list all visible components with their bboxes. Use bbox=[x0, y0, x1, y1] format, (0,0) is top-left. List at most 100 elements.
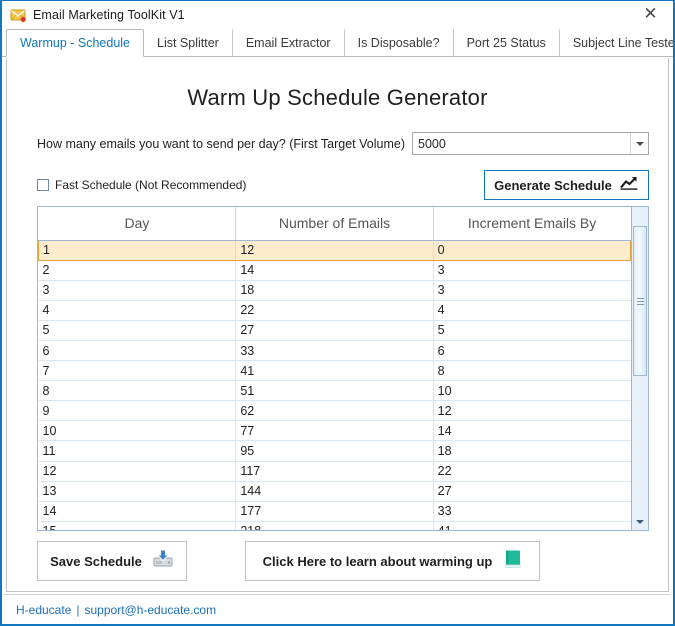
table-cell[interactable]: 117 bbox=[235, 461, 434, 482]
learn-about-warming-up-label: Click Here to learn about warming up bbox=[262, 553, 493, 569]
column-header-number-of-emails[interactable]: Number of Emails bbox=[235, 207, 434, 241]
table-cell[interactable]: 14 bbox=[433, 420, 631, 442]
table-cell[interactable]: 10 bbox=[433, 380, 631, 402]
fast-schedule-checkbox[interactable] bbox=[37, 179, 49, 191]
generate-schedule-label: Generate Schedule bbox=[494, 177, 612, 193]
target-volume-combobox[interactable]: 5000 bbox=[412, 132, 649, 155]
scrollbar-thumb[interactable] bbox=[633, 226, 647, 376]
column-header-day[interactable]: Day bbox=[38, 207, 237, 241]
app-window: Email Marketing ToolKit V1 ✕ Warmup - Sc… bbox=[0, 0, 675, 626]
close-icon[interactable]: ✕ bbox=[628, 1, 673, 28]
table-cell[interactable]: 4 bbox=[433, 300, 631, 321]
table-cell[interactable]: 10 bbox=[38, 420, 237, 442]
table-cell[interactable]: 8 bbox=[38, 380, 237, 402]
table-cell[interactable]: 13 bbox=[38, 481, 237, 502]
table-row[interactable]: 14 177 33 bbox=[38, 501, 631, 522]
table-row[interactable]: 6 33 6 bbox=[38, 340, 631, 362]
table-cell[interactable]: 12 bbox=[38, 461, 237, 482]
learn-about-warming-up-button[interactable]: Click Here to learn about warming up bbox=[245, 541, 540, 581]
brand-link[interactable]: H-educate bbox=[16, 603, 71, 617]
table-cell[interactable]: 12 bbox=[235, 239, 434, 261]
table-row[interactable]: 12 117 22 bbox=[38, 461, 631, 482]
fast-schedule-label: Fast Schedule (Not Recommended) bbox=[55, 178, 247, 192]
window-title: Email Marketing ToolKit V1 bbox=[33, 8, 185, 22]
status-bar: H-educate | support@h-educate.com bbox=[4, 594, 671, 624]
table-body: 1 12 0 2 14 3 3 18 3 4 22 4 5 27 5 6 33 6 7 41 8 8 51 10 9 62 12 10… bbox=[38, 239, 631, 530]
table-cell[interactable]: 27 bbox=[433, 481, 631, 502]
tab-email-extractor[interactable]: Email Extractor bbox=[232, 29, 345, 56]
table-cell[interactable]: 0 bbox=[433, 239, 631, 261]
target-volume-input[interactable]: 5000 bbox=[413, 137, 630, 151]
table-row[interactable]: 5 27 5 bbox=[38, 320, 631, 341]
table-header-row: Day Number of Emails Increment Emails By bbox=[38, 207, 631, 241]
table-cell[interactable]: 5 bbox=[433, 320, 631, 341]
table-cell[interactable]: 51 bbox=[235, 380, 434, 402]
table-cell[interactable]: 15 bbox=[38, 521, 237, 530]
column-header-increment-emails-by[interactable]: Increment Emails By bbox=[433, 207, 631, 241]
table-cell[interactable]: 3 bbox=[433, 260, 631, 281]
table-cell[interactable]: 6 bbox=[38, 340, 237, 362]
table-cell[interactable]: 1 bbox=[38, 239, 237, 261]
table-cell[interactable]: 4 bbox=[38, 300, 237, 321]
table-cell[interactable]: 2 bbox=[38, 260, 237, 281]
generate-schedule-button[interactable]: Generate Schedule bbox=[484, 170, 649, 200]
table-cell[interactable]: 33 bbox=[235, 340, 434, 362]
table-cell[interactable]: 12 bbox=[433, 400, 631, 422]
table-row[interactable]: 11 95 18 bbox=[38, 440, 631, 462]
table-cell[interactable]: 3 bbox=[38, 280, 237, 301]
table-row[interactable]: 8 51 10 bbox=[38, 380, 631, 402]
tab-subject-line-tester[interactable]: Subject Line Tester bbox=[559, 29, 673, 56]
table-cell[interactable]: 7 bbox=[38, 360, 237, 382]
table-cell[interactable]: 8 bbox=[433, 360, 631, 382]
table-cell[interactable]: 9 bbox=[38, 400, 237, 422]
envelope-icon bbox=[10, 7, 27, 24]
schedule-grid-body: Day Number of Emails Increment Emails By… bbox=[38, 207, 631, 530]
table-cell[interactable]: 27 bbox=[235, 320, 434, 341]
table-cell[interactable]: 41 bbox=[235, 360, 434, 382]
table-cell[interactable]: 5 bbox=[38, 320, 237, 341]
scroll-up-icon[interactable] bbox=[632, 207, 648, 224]
tab-warmup-schedule[interactable]: Warmup - Schedule bbox=[6, 29, 144, 57]
table-cell[interactable]: 177 bbox=[235, 501, 434, 522]
table-row[interactable]: 3 18 3 bbox=[38, 280, 631, 301]
table-cell[interactable]: 33 bbox=[433, 501, 631, 522]
page-title: Warm Up Schedule Generator bbox=[187, 85, 488, 110]
table-cell[interactable]: 95 bbox=[235, 440, 434, 462]
chevron-down-icon[interactable] bbox=[630, 133, 648, 154]
save-schedule-label: Save Schedule bbox=[50, 553, 142, 569]
support-email-link[interactable]: support@h-educate.com bbox=[85, 603, 217, 617]
table-cell[interactable]: 62 bbox=[235, 400, 434, 422]
table-row[interactable]: 2 14 3 bbox=[38, 260, 631, 281]
table-cell[interactable]: 77 bbox=[235, 420, 434, 442]
table-row[interactable]: 4 22 4 bbox=[38, 300, 631, 321]
table-cell[interactable]: 6 bbox=[433, 340, 631, 362]
tab-list-splitter[interactable]: List Splitter bbox=[144, 29, 233, 56]
table-row[interactable]: 9 62 12 bbox=[38, 400, 631, 422]
table-cell[interactable]: 3 bbox=[433, 280, 631, 301]
table-row[interactable]: 1521841 bbox=[38, 521, 631, 530]
fast-schedule-checkbox-wrap[interactable]: Fast Schedule (Not Recommended) bbox=[37, 178, 484, 192]
table-cell[interactable]: 11 bbox=[38, 440, 237, 462]
tab-is-disposable[interactable]: Is Disposable? bbox=[344, 29, 454, 56]
table-cell[interactable]: 22 bbox=[433, 461, 631, 482]
vertical-scrollbar[interactable] bbox=[631, 207, 648, 530]
table-cell[interactable]: 218 bbox=[235, 521, 434, 530]
table-cell[interactable]: 14 bbox=[38, 501, 237, 522]
table-row[interactable]: 13 144 27 bbox=[38, 481, 631, 502]
scrollbar-track[interactable] bbox=[632, 224, 648, 513]
table-cell[interactable]: 18 bbox=[433, 440, 631, 462]
table-cell[interactable]: 14 bbox=[235, 260, 434, 281]
tab-port-25-status[interactable]: Port 25 Status bbox=[453, 29, 560, 56]
save-schedule-button[interactable]: Save Schedule bbox=[37, 541, 187, 581]
table-row[interactable]: 7 41 8 bbox=[38, 360, 631, 382]
table-row[interactable]: 10 77 14 bbox=[38, 420, 631, 442]
table-row[interactable]: 1 12 0 bbox=[38, 239, 631, 261]
table-cell[interactable]: 18 bbox=[235, 280, 434, 301]
table-cell[interactable]: 144 bbox=[235, 481, 434, 502]
action-row: Fast Schedule (Not Recommended) Generate… bbox=[7, 170, 668, 200]
table-cell[interactable]: 41 bbox=[433, 521, 631, 530]
target-volume-label: How many emails you want to send per day… bbox=[37, 136, 405, 151]
scroll-down-icon[interactable] bbox=[632, 513, 648, 530]
table-cell[interactable]: 22 bbox=[235, 300, 434, 321]
save-disk-icon bbox=[152, 549, 174, 574]
